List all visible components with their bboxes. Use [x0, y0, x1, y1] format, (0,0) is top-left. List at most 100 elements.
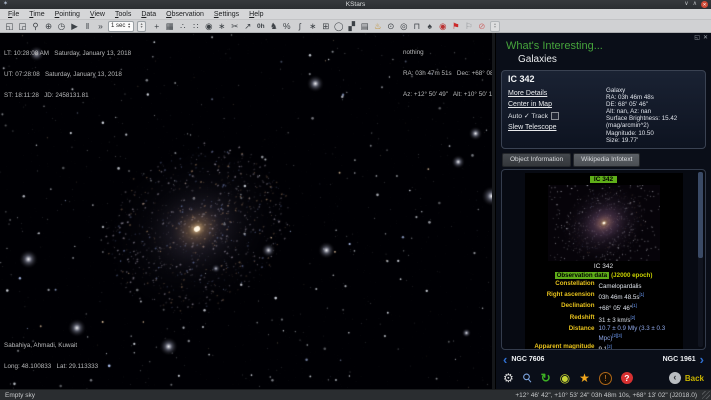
table-row: Declination+68° 05′ 46″[1] — [527, 303, 681, 313]
minimize-icon[interactable]: ∨ — [684, 0, 688, 9]
red-flag-icon[interactable]: ⚑ — [449, 20, 462, 33]
location-coords-label: Long: 48.100833 Lat: 29.113333 — [4, 363, 98, 370]
main-toolbar: ◱◲⚲⊕◷▶‖» 1 sec ▲▼ ▲▼ +▦∴∷◉∗✂↗0h♞%ʃ∗⊞◯▞▤♨… — [0, 20, 711, 33]
menu-item-tools[interactable]: Tools — [110, 9, 136, 20]
constellation-boundaries-icon[interactable]: ✂ — [228, 20, 241, 33]
universal-time-label: UT: 07:28:08 Saturday, January 13, 2018 — [4, 71, 131, 78]
center-object-icon[interactable]: ◉ — [436, 20, 449, 33]
local-time-label: LT: 10:28:08 AM Saturday, January 13, 20… — [4, 50, 131, 57]
window-title: KStars — [0, 0, 711, 9]
wiki-infobox: IC 342 IC 342 Observation data(J2000 epo… — [525, 173, 683, 350]
more-details-link[interactable]: More Details — [508, 90, 606, 97]
lock-position-icon[interactable]: ⊓ — [410, 20, 423, 33]
meteor-shower-icon[interactable]: ∗ — [306, 20, 319, 33]
grid-toggle-icon[interactable]: ⊞ — [319, 20, 332, 33]
time-step-arrows-icon[interactable]: ▲▼ — [127, 23, 130, 30]
planets-toggle-icon[interactable]: ◉ — [202, 20, 215, 33]
advance-step-icon[interactable]: » — [94, 20, 107, 33]
menu-item-data[interactable]: Data — [136, 9, 161, 20]
object-nav: ‹ NGC 7606 NGC 1961 › — [496, 352, 711, 367]
whats-interesting-panel: ◱ ✕ What's Interesting... Galaxies IC 34… — [495, 33, 711, 389]
gray-flag-icon[interactable]: ⚐ — [462, 20, 475, 33]
help-icon[interactable]: ? — [621, 372, 633, 384]
table-row: Right ascension03h 46m 48.5s[1] — [527, 292, 681, 302]
close-icon[interactable]: ✕ — [701, 1, 708, 8]
supernova-toggle-icon[interactable]: % — [280, 20, 293, 33]
milky-way-toggle-icon[interactable]: ▞ — [345, 20, 358, 33]
projection-eye-icon[interactable]: ⊙ — [384, 20, 397, 33]
favorite-star-icon[interactable]: ★ — [579, 371, 590, 385]
set-time-icon[interactable]: ◷ — [55, 20, 68, 33]
visibility-eye-icon[interactable]: ◉ — [560, 371, 570, 385]
auto-track-box-icon[interactable] — [551, 112, 559, 120]
sky-image-icon[interactable]: ▦ — [163, 20, 176, 33]
ground-toggle-icon[interactable]: ♞ — [267, 20, 280, 33]
focus-azalt-label: Az: +12° 50' 49" Alt: +10° 50' 16" — [403, 91, 492, 98]
menu-item-settings[interactable]: Settings — [209, 9, 244, 20]
table-row: Apparent magnitude (V)9.1[2] — [527, 344, 681, 350]
dock-close-icon[interactable]: ✕ — [703, 34, 708, 42]
time-step-spinbox[interactable]: 1 sec ▲▼ — [108, 21, 134, 32]
zoom-in-icon[interactable]: ◱ — [3, 20, 16, 33]
menu-item-observation[interactable]: Observation — [161, 9, 209, 20]
sidereal-time-label: ST: 18:11:28 JD: 2458131.81 — [4, 92, 131, 99]
observation-list-icon[interactable]: ♨ — [371, 20, 384, 33]
start-clock-icon[interactable]: ▶ — [68, 20, 81, 33]
back-button[interactable]: ‹ Back — [669, 372, 704, 384]
prev-object-button[interactable]: ‹ NGC 7606 — [503, 353, 544, 366]
dock-float-icon[interactable]: ◱ — [694, 34, 700, 42]
reload-icon[interactable]: ↻ — [541, 371, 551, 385]
observation-data-header: Observation data(J2000 epoch) — [555, 272, 653, 279]
menu-item-pointing[interactable]: Pointing — [50, 9, 85, 20]
maximize-icon[interactable]: ∧ — [693, 0, 697, 9]
table-row: ConstellationCamelopardalis — [527, 281, 681, 291]
deep-sky-toggle-icon[interactable]: ∷ — [189, 20, 202, 33]
telescope-slew-icon[interactable]: ! — [599, 372, 612, 385]
chevron-right-icon[interactable]: › — [700, 353, 704, 366]
next-object-button[interactable]: NGC 1961 › — [663, 353, 704, 366]
print-icon[interactable]: ▤ — [358, 20, 371, 33]
hour-labels-icon[interactable]: 0h — [254, 20, 267, 33]
pan-sky-icon[interactable]: + — [150, 20, 163, 33]
focus-radec-label: RA: 03h 47m 51s Dec: +68° 08' 32" — [403, 70, 492, 77]
panel-title: What's Interesting... — [506, 40, 711, 52]
resize-grip[interactable] — [702, 391, 710, 399]
kstars-window: ✶ KStars ∨ ∧ ✕ FileTimePointingViewTools… — [0, 0, 711, 400]
category-label: Galaxies — [518, 54, 711, 65]
constellation-lines-icon[interactable]: ∗ — [215, 20, 228, 33]
comet-trail-icon[interactable]: ↗ — [241, 20, 254, 33]
menu-item-file[interactable]: File — [3, 9, 24, 20]
sky-map[interactable]: LT: 10:28:08 AM Saturday, January 13, 20… — [0, 33, 492, 389]
location-overlay: Sabahiya, Ahmadi, Kuwait Long: 48.100833… — [4, 328, 98, 384]
wiki-scrollbar[interactable] — [698, 172, 703, 347]
details-magnifier-icon[interactable]: ⚲ — [519, 370, 535, 386]
menu-item-time[interactable]: Time — [24, 9, 49, 20]
menu-item-help[interactable]: Help — [244, 9, 268, 20]
pause-clock-icon[interactable]: ‖ — [81, 20, 94, 33]
find-object-icon[interactable]: ⚲ — [29, 20, 42, 33]
tab-object-information[interactable]: Object Information — [502, 153, 571, 167]
satellite-track-icon[interactable]: ʃ — [293, 20, 306, 33]
disabled-target-icon[interactable]: ⊘ — [475, 20, 488, 33]
back-chevron-icon: ‹ — [669, 372, 681, 384]
object-details: Galaxy RA: 03h 46m 48s DE: 68° 05' 46" A… — [606, 87, 699, 144]
wiki-scrollbar-thumb[interactable] — [698, 172, 703, 258]
slew-telescope-link[interactable]: Slew Telescope — [508, 124, 606, 131]
prev-object-label: NGC 7606 — [511, 356, 544, 363]
ecliptic-toggle-icon[interactable]: ◯ — [332, 20, 345, 33]
zoom-out-icon[interactable]: ◲ — [16, 20, 29, 33]
stars-toggle-icon[interactable]: ∴ — [176, 20, 189, 33]
focus-object-label: nothing — [403, 49, 492, 56]
auto-track-checkbox[interactable]: Auto ✓ Track — [508, 112, 606, 120]
menu-item-view[interactable]: View — [85, 9, 110, 20]
settings-gear-icon[interactable]: ⚙ — [503, 371, 514, 385]
leaf-marker-icon[interactable]: ♠ — [423, 20, 436, 33]
tab-wikipedia-infotext[interactable]: Wikipedia Infotext — [573, 153, 640, 167]
time-step-value: 1 sec — [111, 23, 125, 29]
center-in-map-link[interactable]: Center in Map — [508, 101, 606, 108]
focus-info-overlay: nothing RA: 03h 47m 51s Dec: +68° 08' 32… — [403, 35, 492, 112]
pointing-target-icon[interactable]: ◎ — [397, 20, 410, 33]
chevron-left-icon[interactable]: ‹ — [503, 353, 507, 366]
geographic-location-icon[interactable]: ⊕ — [42, 20, 55, 33]
time-unit-spinner[interactable]: ▲▼ — [137, 21, 146, 32]
